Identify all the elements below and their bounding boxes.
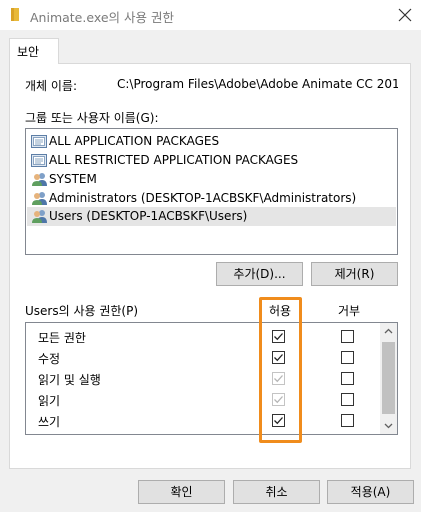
- user-list-item[interactable]: Administrators (DESKTOP-1ACBSKF\Administ…: [27, 189, 396, 208]
- deny-checkbox[interactable]: [341, 414, 354, 427]
- permission-row: 읽기: [26, 389, 378, 410]
- deny-checkbox[interactable]: [341, 372, 354, 385]
- deny-checkbox[interactable]: [341, 330, 354, 343]
- deny-checkbox[interactable]: [341, 393, 354, 406]
- users-icon: [32, 173, 47, 186]
- checkmark-icon: [274, 417, 283, 425]
- window-title: Animate.exe의 사용 권한: [30, 10, 174, 25]
- chevron-up-icon: [384, 328, 393, 334]
- chevron-down-icon: [384, 423, 393, 429]
- permission-row: 읽기 및 실행: [26, 368, 378, 389]
- checkmark-icon: [274, 396, 283, 404]
- checkmark-icon: [274, 354, 283, 362]
- object-name-value: C:\Program Files\Adobe\Adobe Animate CC …: [117, 77, 398, 91]
- deny-checkbox[interactable]: [341, 351, 354, 364]
- folder-icon: [11, 8, 19, 21]
- permissions-label: Users의 사용 권한(P): [25, 304, 139, 318]
- object-name-label: 개체 이름:: [25, 79, 78, 93]
- permissions-list[interactable]: 모든 권한 수정 읽기 및 실행 읽기 쓰기: [25, 322, 398, 435]
- allow-checkbox-disabled: [272, 372, 285, 385]
- ok-button[interactable]: 확인: [138, 480, 225, 504]
- scrollbar[interactable]: [380, 323, 397, 434]
- user-list-item[interactable]: ALL RESTRICTED APPLICATION PACKAGES: [27, 151, 396, 170]
- allow-checkbox[interactable]: [272, 330, 285, 343]
- checkmark-icon: [274, 333, 283, 341]
- scroll-thumb[interactable]: [382, 342, 395, 414]
- allow-checkbox[interactable]: [272, 414, 285, 427]
- remove-button[interactable]: 제거(R): [311, 262, 398, 286]
- users-icon: [32, 192, 47, 205]
- user-list-item[interactable]: SYSTEM: [27, 170, 396, 189]
- package-icon: [31, 154, 47, 167]
- scroll-down-button[interactable]: [380, 417, 397, 434]
- permission-row: 모든 권한: [26, 326, 378, 347]
- tab-label: 보안: [17, 45, 40, 59]
- user-list-item[interactable]: ALL APPLICATION PACKAGES: [27, 132, 396, 151]
- users-icon: [32, 210, 47, 223]
- apply-button[interactable]: 적용(A): [327, 480, 414, 504]
- groups-label: 그룹 또는 사용자 이름(G):: [25, 111, 159, 125]
- user-list-item-selected[interactable]: Users (DESKTOP-1ACBSKF\Users): [27, 207, 396, 226]
- permission-row: 수정: [26, 347, 378, 368]
- user-list[interactable]: ALL APPLICATION PACKAGES ALL RESTRICTED …: [25, 128, 398, 255]
- tab-security[interactable]: 보안: [9, 38, 59, 64]
- close-button[interactable]: [390, 0, 421, 30]
- allow-checkbox[interactable]: [272, 351, 285, 364]
- package-icon: [31, 135, 47, 148]
- checkmark-icon: [274, 375, 283, 383]
- close-icon: [398, 8, 412, 22]
- deny-column-header: 거부: [337, 304, 361, 318]
- title-bar: Animate.exe의 사용 권한: [0, 0, 421, 30]
- allow-checkbox-disabled: [272, 393, 285, 406]
- add-button[interactable]: 추가(D)...: [216, 262, 303, 286]
- scroll-up-button[interactable]: [380, 323, 397, 340]
- allow-column-header: 허용: [268, 304, 292, 318]
- permission-row: 쓰기: [26, 410, 378, 431]
- cancel-button[interactable]: 취소: [233, 480, 320, 504]
